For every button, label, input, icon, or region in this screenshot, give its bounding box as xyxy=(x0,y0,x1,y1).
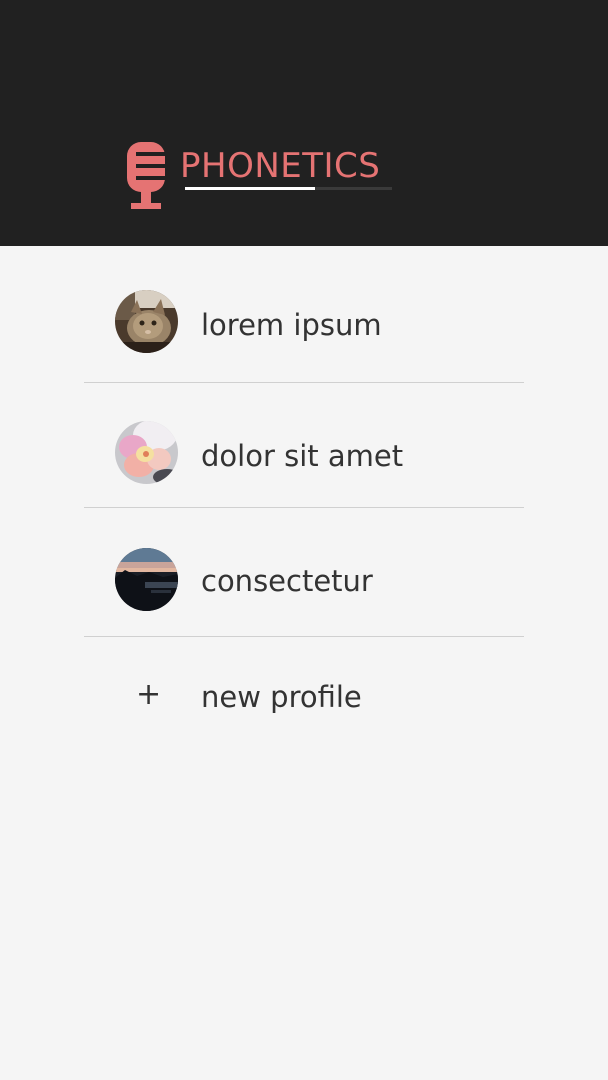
profile-item[interactable]: lorem ipsum xyxy=(84,246,524,383)
profile-list: lorem ipsum dolor sit amet consectetur xyxy=(84,246,524,637)
avatar xyxy=(115,290,178,353)
new-profile-button[interactable]: + new profile xyxy=(84,664,524,730)
title-underline-track xyxy=(185,187,392,190)
profile-item[interactable]: consectetur xyxy=(84,508,524,637)
sunset-lake-photo xyxy=(115,548,178,611)
profile-name: dolor sit amet xyxy=(201,439,404,473)
title-underline-fill xyxy=(185,187,316,190)
profile-name: lorem ipsum xyxy=(201,308,382,342)
profile-item[interactable]: dolor sit amet xyxy=(84,383,524,508)
plus-icon: + xyxy=(136,677,162,712)
avatar xyxy=(115,548,178,611)
avatar xyxy=(115,421,178,484)
cat-photo xyxy=(115,290,178,353)
app-header: PHONETICS xyxy=(0,0,608,246)
microphone-icon xyxy=(127,142,165,209)
profile-name: consectetur xyxy=(201,564,373,598)
app-title: PHONETICS xyxy=(180,146,381,186)
orchid-flower-photo xyxy=(115,421,178,484)
new-profile-label: new profile xyxy=(201,680,362,714)
